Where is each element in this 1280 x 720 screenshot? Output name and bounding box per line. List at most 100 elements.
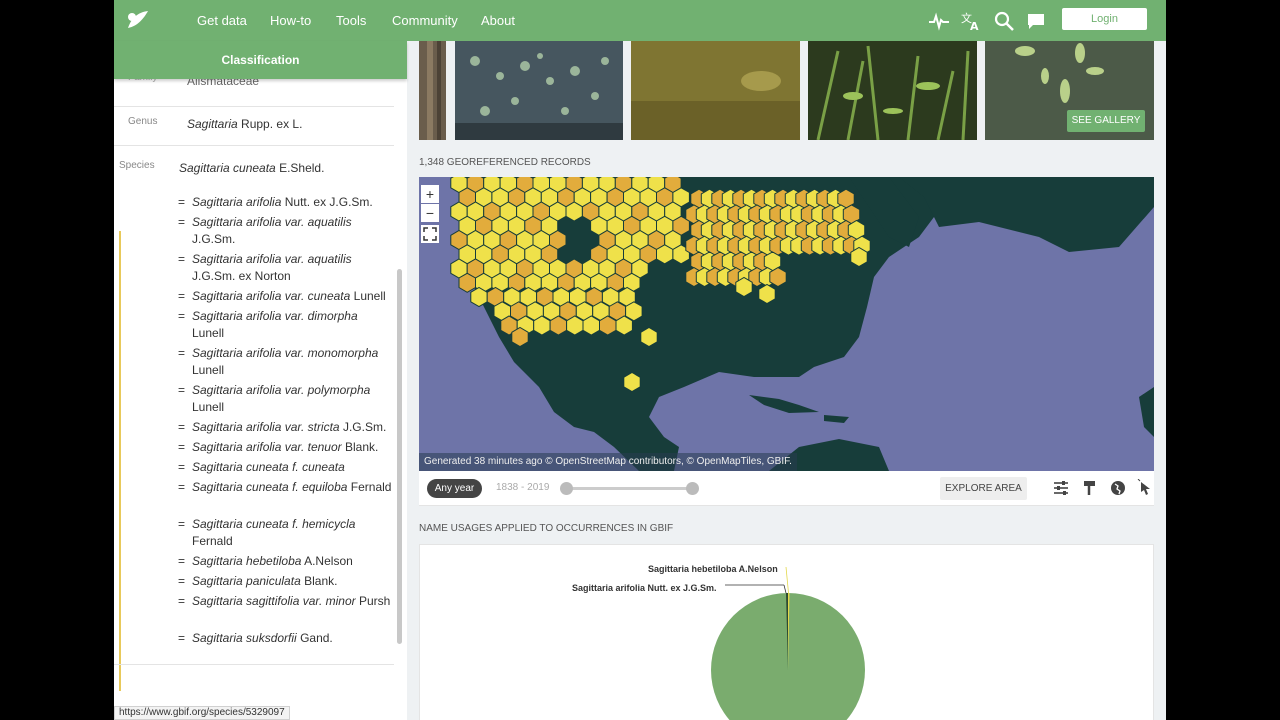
nav-about[interactable]: About — [481, 13, 515, 28]
synonym-equals-icon: = — [178, 195, 186, 209]
synonym-author: Lunell — [192, 326, 225, 340]
synonym-text: Sagittaria arifolia Nutt. ex J.G.Sm. — [192, 194, 392, 211]
synonym-name: Sagittaria hebetiloba — [192, 554, 302, 568]
synonym-author: J.G.Sm. — [192, 232, 236, 246]
synonym-text: Sagittaria arifolia var. stricta J.G.Sm. — [192, 419, 392, 436]
fullscreen-icon[interactable] — [421, 225, 439, 243]
synonym-name: Sagittaria arifolia var. aquatilis — [192, 252, 352, 266]
translate-icon[interactable]: 文 A — [960, 10, 982, 32]
synonym-equals-icon: = — [178, 594, 186, 608]
divider — [114, 664, 394, 665]
divider — [114, 145, 394, 146]
activity-icon[interactable] — [928, 10, 950, 32]
left-panel-scrollbar[interactable] — [397, 269, 402, 644]
select-cursor-icon[interactable] — [1137, 479, 1155, 497]
species-name: Sagittaria cuneata — [179, 161, 276, 175]
filter-sliders-icon[interactable] — [1052, 479, 1070, 497]
genus-value[interactable]: Sagittaria Rupp. ex L. — [187, 117, 302, 131]
classification-header: Classification — [114, 41, 407, 79]
name-usages-title: NAME USAGES APPLIED TO OCCURRENCES IN GB… — [419, 523, 674, 534]
year-slider-end-handle[interactable] — [686, 482, 699, 495]
hexbin — [470, 286, 488, 308]
synonym-author: J.G.Sm. ex Norton — [192, 269, 291, 283]
nav-tools[interactable]: Tools — [336, 13, 366, 28]
synonym-name: Sagittaria arifolia var. monomorpha — [192, 346, 379, 360]
gallery-image[interactable] — [808, 41, 977, 140]
synonym-name: Sagittaria arifolia var. stricta — [192, 420, 340, 434]
hexbin — [640, 326, 658, 348]
synonym-text: Sagittaria cuneata f. equiloba Fernald — [192, 479, 392, 496]
synonym-name: Sagittaria arifolia var. polymorpha — [192, 383, 371, 397]
svg-text:A: A — [970, 20, 979, 32]
synonym-name: Sagittaria suksdorfii — [192, 631, 297, 645]
gbif-logo-icon[interactable] — [124, 8, 150, 34]
synonym-name: Sagittaria cuneata f. hemicycla — [192, 517, 356, 531]
synonym-author: Gand. — [300, 631, 333, 645]
zoom-in-button[interactable]: + — [421, 185, 439, 203]
hexbin — [582, 315, 600, 336]
map-toolbar: Any year 1838 - 2019 EXPLORE AREA — [419, 471, 1154, 506]
search-icon[interactable] — [993, 10, 1015, 32]
panel-divider — [407, 41, 419, 720]
year-slider-start-handle[interactable] — [560, 482, 573, 495]
zoom-out-button[interactable]: − — [421, 204, 439, 222]
status-bar-url: https://www.gbif.org/species/5329097 — [114, 706, 290, 720]
paint-roller-icon[interactable] — [1081, 479, 1099, 497]
synonym-equals-icon: = — [178, 309, 186, 323]
synonym-author: Nutt. ex J.G.Sm. — [284, 195, 373, 209]
species-author: E.Sheld. — [279, 161, 325, 175]
login-button[interactable]: Login — [1062, 8, 1147, 30]
see-gallery-button[interactable]: SEE GALLERY — [1067, 110, 1145, 132]
year-filter-chip[interactable]: Any year — [427, 479, 482, 498]
synonym-name: Sagittaria arifolia var. cuneata — [192, 289, 351, 303]
year-slider-track[interactable] — [566, 487, 692, 490]
hexbin — [533, 315, 551, 336]
synonym-equals-icon: = — [178, 383, 186, 397]
synonym-name: Sagittaria cuneata f. equiloba — [192, 480, 348, 494]
species-value[interactable]: Sagittaria cuneata E.Sheld. — [179, 161, 324, 175]
synonym-equals-icon: = — [178, 440, 186, 454]
synonym-name: Sagittaria arifolia var. tenuor — [192, 440, 342, 454]
synonym-equals-icon: = — [178, 554, 186, 568]
synonym-text: Sagittaria arifolia var. monomorpha Lune… — [192, 345, 392, 379]
explore-area-button[interactable]: EXPLORE AREA — [940, 477, 1027, 500]
synonym-text: Sagittaria arifolia var. aquatilis J.G.S… — [192, 214, 392, 248]
genus-author: Rupp. ex L. — [241, 117, 303, 131]
occurrence-map[interactable] — [419, 177, 1154, 471]
globe-icon[interactable] — [1109, 479, 1127, 497]
hexbin — [615, 315, 633, 336]
hexbin — [758, 283, 776, 305]
synonym-text: Sagittaria arifolia var. polymorpha Lune… — [192, 382, 392, 416]
synonym-author: A.Nelson — [304, 554, 353, 568]
synonym-author: Lunell — [192, 400, 225, 414]
nav-get-data[interactable]: Get data — [197, 13, 247, 28]
synonym-name: Sagittaria paniculata — [192, 574, 301, 588]
hexbin — [656, 244, 674, 265]
gallery-image[interactable] — [419, 41, 446, 140]
hexbin — [565, 201, 583, 222]
gallery-image[interactable] — [455, 41, 623, 140]
map-attribution: Generated 38 minutes ago © OpenStreetMap… — [419, 453, 797, 471]
nav-community[interactable]: Community — [392, 13, 458, 28]
hexbin — [735, 276, 753, 298]
synonym-author: Lunell — [353, 289, 386, 303]
synonym-equals-icon: = — [178, 574, 186, 588]
synonym-author: Fernald — [192, 534, 233, 548]
name-usages-pie-chart[interactable]: Sagittaria hebetiloba A.Nelson Sagittari… — [420, 545, 1155, 720]
synonym-text: Sagittaria arifolia var. dimorpha Lunell — [192, 308, 392, 342]
hexbin — [623, 371, 641, 393]
synonym-text: Sagittaria arifolia var. cuneata Lunell — [192, 288, 392, 305]
hexbin — [850, 246, 868, 268]
synonym-equals-icon: = — [178, 289, 186, 303]
gallery-image[interactable] — [631, 41, 800, 140]
synonym-text: Sagittaria cuneata f. hemicycla Fernald — [192, 516, 392, 550]
genus-label: Genus — [128, 116, 158, 127]
synonym-equals-icon: = — [178, 346, 186, 360]
pie-label-hebetiloba: Sagittaria hebetiloba A.Nelson — [648, 564, 778, 574]
synonym-name: Sagittaria sagittifolia var. minor — [192, 594, 356, 608]
chat-icon[interactable] — [1025, 10, 1047, 32]
synonym-text: Sagittaria sagittifolia var. minor Pursh — [192, 593, 392, 610]
nav-how-to[interactable]: How-to — [270, 13, 311, 28]
synonym-text: Sagittaria suksdorfii Gand. — [192, 630, 392, 647]
synonym-author: Lunell — [192, 363, 225, 377]
